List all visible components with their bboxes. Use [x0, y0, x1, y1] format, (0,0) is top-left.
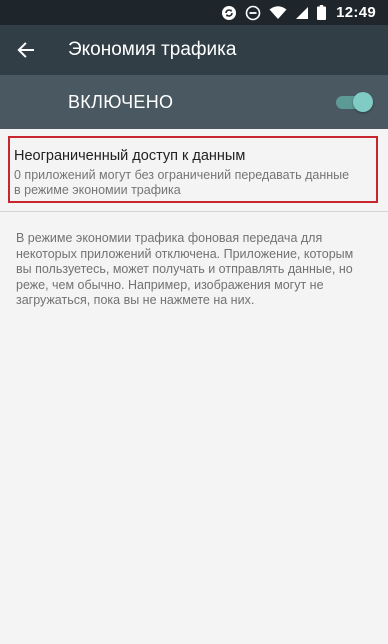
unrestricted-data-access-summary: 0 приложений могут без ограничений перед…	[14, 168, 350, 197]
arrow-back-icon	[17, 42, 34, 58]
do-not-disturb-icon	[245, 5, 261, 21]
wifi-icon	[269, 5, 287, 20]
master-toggle-switch[interactable]	[334, 91, 373, 113]
status-time: 12:49	[336, 4, 376, 21]
signal-icon	[295, 6, 309, 20]
unrestricted-data-access-item[interactable]: Неограниченный доступ к данным 0 приложе…	[8, 136, 378, 203]
status-bar: 12:49	[0, 0, 388, 25]
unrestricted-data-access-title: Неограниченный доступ к данным	[14, 148, 246, 164]
data-saver-description: В режиме экономии трафика фоновая переда…	[16, 231, 354, 307]
toggle-thumb	[353, 92, 373, 112]
master-switch-label: ВКЛЮЧЕНО	[68, 91, 174, 112]
settings-content: Неограниченный доступ к данным 0 приложе…	[0, 129, 388, 644]
app-bar: Экономия трафика	[0, 25, 388, 75]
data-saver-master-switch-bar[interactable]: ВКЛЮЧЕНО	[0, 75, 388, 129]
battery-icon	[317, 5, 327, 20]
page-title: Экономия трафика	[68, 39, 237, 60]
back-button[interactable]	[0, 25, 52, 75]
sync-icon	[221, 5, 237, 21]
divider	[0, 211, 388, 212]
